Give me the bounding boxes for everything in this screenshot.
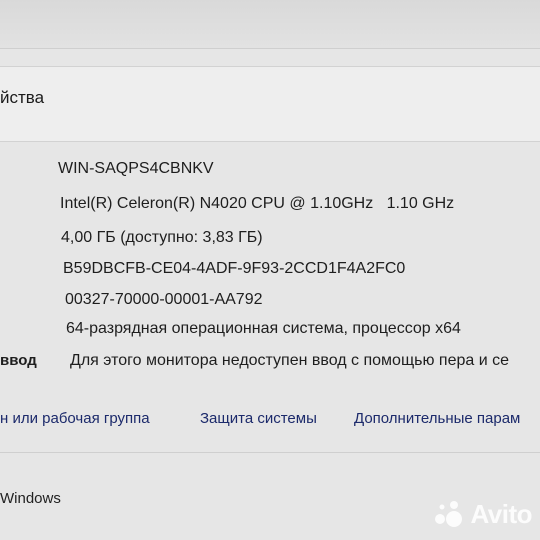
spec-row-ram: 4,00 ГБ (доступно: 3,83 ГБ): [0, 229, 540, 251]
system-type-value: 64-разрядная операционная система, проце…: [66, 320, 461, 337]
window-top-bar: [0, 0, 540, 49]
advanced-settings-link[interactable]: Дополнительные парам: [354, 410, 520, 427]
product-id-value: 00327-70000-00001-AA792: [65, 291, 263, 308]
spec-row-pen-touch: ввод Для этого монитора недоступен ввод …: [0, 352, 540, 374]
windows-spec-heading: Windows: [0, 490, 61, 507]
avito-watermark: Avito: [430, 497, 532, 531]
header-panel: [0, 66, 540, 142]
system-protection-link[interactable]: Защита системы: [200, 410, 317, 427]
divider: [0, 452, 540, 453]
ram-value: 4,00 ГБ (доступно: 3,83 ГБ): [61, 229, 263, 246]
spec-row-processor: Intel(R) Celeron(R) N4020 CPU @ 1.10GHz …: [0, 195, 540, 217]
spec-row-device-id: B59DBCFB-CE04-4ADF-9F93-2CCD1F4A2FC0: [0, 260, 540, 282]
device-name-value: WIN-SAQPS4CBNKV: [58, 160, 214, 177]
device-id-value: B59DBCFB-CE04-4ADF-9F93-2CCD1F4A2FC0: [63, 260, 406, 277]
spec-row-product-id: 00327-70000-00001-AA792: [0, 291, 540, 313]
processor-value: Intel(R) Celeron(R) N4020 CPU @ 1.10GHz …: [60, 195, 455, 212]
spec-row-system-type: 64-разрядная операционная система, проце…: [0, 320, 540, 342]
related-links: н или рабочая группа Защита системы Допо…: [0, 410, 540, 438]
pen-touch-value: Для этого монитора недоступен ввод с пом…: [70, 352, 509, 369]
avito-logo-icon: [435, 501, 463, 527]
section-title: йства: [0, 88, 45, 107]
spec-row-device-name: WIN-SAQPS4CBNKV: [0, 160, 540, 182]
avito-watermark-text: Avito: [470, 498, 532, 529]
domain-workgroup-link[interactable]: н или рабочая группа: [0, 410, 150, 427]
pen-touch-label: ввод: [0, 352, 37, 369]
